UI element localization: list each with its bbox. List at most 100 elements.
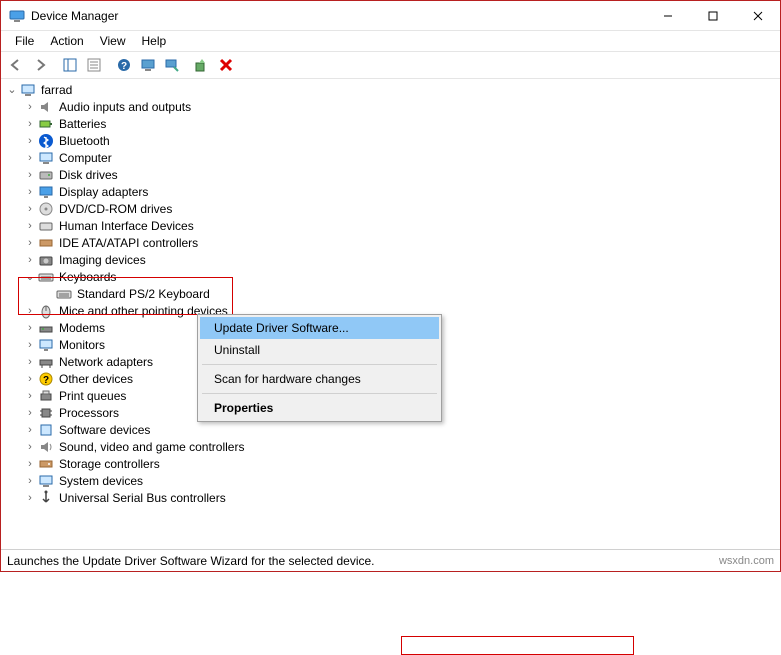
toolbar: ? [1,51,780,79]
show-hide-tree-button[interactable] [59,54,81,76]
monitor-icon [38,337,54,353]
scan-button[interactable] [161,54,183,76]
root-label: farrad [39,83,74,97]
expand-icon[interactable]: › [23,475,37,487]
status-text: Launches the Update Driver Software Wiza… [7,554,375,568]
menu-file[interactable]: File [7,32,42,50]
legacy-button[interactable] [137,54,159,76]
keyboard-icon [38,269,54,285]
menu-view[interactable]: View [92,32,134,50]
tree-item-keyboards[interactable]: ⌄Keyboards [3,268,780,285]
uninstall-button[interactable] [215,54,237,76]
tree-item-hid[interactable]: ›Human Interface Devices [3,217,780,234]
update-driver-button[interactable] [191,54,213,76]
system-icon [38,473,54,489]
forward-button[interactable] [29,54,51,76]
close-button[interactable] [735,1,780,30]
expand-icon[interactable]: › [23,458,37,470]
tree-item-audio[interactable]: ›Audio inputs and outputs [3,98,780,115]
cpu-icon [38,405,54,421]
usb-icon [38,490,54,506]
context-update-driver[interactable]: Update Driver Software... [200,317,439,339]
tree-item-software[interactable]: ›Software devices [3,421,780,438]
tree-item-imaging[interactable]: ›Imaging devices [3,251,780,268]
tree-item-sound[interactable]: ›Sound, video and game controllers [3,438,780,455]
tree-item-batteries[interactable]: ›Batteries [3,115,780,132]
context-properties[interactable]: Properties [200,397,439,419]
camera-icon [38,252,54,268]
menubar: File Action View Help [1,31,780,51]
keyboard-icon [56,286,72,302]
expand-icon[interactable]: › [23,135,37,147]
expand-icon[interactable]: › [23,220,37,232]
expand-icon[interactable]: › [23,390,37,402]
separator [202,364,437,365]
tree-item-display[interactable]: ›Display adapters [3,183,780,200]
expand-icon[interactable]: › [23,356,37,368]
tree-item-usb[interactable]: ›Universal Serial Bus controllers [3,489,780,506]
separator [202,393,437,394]
hid-icon [38,218,54,234]
expand-icon[interactable]: › [23,492,37,504]
app-icon [9,8,25,24]
highlight-update [401,636,634,655]
computer-icon [20,82,36,98]
tree-item-system[interactable]: ›System devices [3,472,780,489]
properties-button[interactable] [83,54,105,76]
context-uninstall[interactable]: Uninstall [200,339,439,361]
disk-icon [38,167,54,183]
expand-icon[interactable]: › [23,441,37,453]
collapse-icon[interactable]: ⌄ [5,83,19,96]
collapse-icon[interactable]: ⌄ [23,270,37,283]
display-icon [38,184,54,200]
storage-icon [38,456,54,472]
dvd-icon [38,201,54,217]
expand-icon[interactable]: › [23,322,37,334]
tree-item-storage[interactable]: ›Storage controllers [3,455,780,472]
expand-icon[interactable]: › [23,237,37,249]
statusbar: Launches the Update Driver Software Wiza… [1,549,780,571]
tree-root[interactable]: ⌄ farrad [3,81,780,98]
watermark: wsxdn.com [719,555,774,567]
battery-icon [38,116,54,132]
minimize-button[interactable] [645,1,690,30]
expand-icon[interactable]: › [23,407,37,419]
expand-icon[interactable]: › [23,305,37,317]
sound-icon [38,439,54,455]
tree-item-ide[interactable]: ›IDE ATA/ATAPI controllers [3,234,780,251]
mouse-icon [38,303,54,319]
bluetooth-icon [38,133,54,149]
expand-icon[interactable]: › [23,152,37,164]
svg-text:?: ? [43,375,49,386]
tree-item-bluetooth[interactable]: ›Bluetooth [3,132,780,149]
menu-action[interactable]: Action [42,32,91,50]
expand-icon[interactable]: › [23,254,37,266]
ide-icon [38,235,54,251]
device-manager-window: Device Manager File Action View Help ? ⌄ [0,0,781,572]
software-icon [38,422,54,438]
speaker-icon [38,99,54,115]
other-icon: ? [38,371,54,387]
maximize-button[interactable] [690,1,735,30]
expand-icon[interactable]: › [23,101,37,113]
tree-item-dvd[interactable]: ›DVD/CD-ROM drives [3,200,780,217]
tree-item-ps2-keyboard[interactable]: Standard PS/2 Keyboard [3,285,780,302]
expand-icon[interactable]: › [23,169,37,181]
expand-icon[interactable]: › [23,339,37,351]
expand-icon[interactable]: › [23,424,37,436]
context-menu: Update Driver Software... Uninstall Scan… [197,314,442,422]
back-button[interactable] [5,54,27,76]
expand-icon[interactable]: › [23,118,37,130]
context-scan[interactable]: Scan for hardware changes [200,368,439,390]
tree-item-disk[interactable]: ›Disk drives [3,166,780,183]
modem-icon [38,320,54,336]
network-icon [38,354,54,370]
expand-icon[interactable]: › [23,203,37,215]
help-button[interactable]: ? [113,54,135,76]
menu-help[interactable]: Help [134,32,175,50]
svg-text:?: ? [121,61,127,72]
expand-icon[interactable]: › [23,373,37,385]
tree-item-computer[interactable]: ›Computer [3,149,780,166]
expand-icon[interactable]: › [23,186,37,198]
window-title: Device Manager [31,9,645,23]
